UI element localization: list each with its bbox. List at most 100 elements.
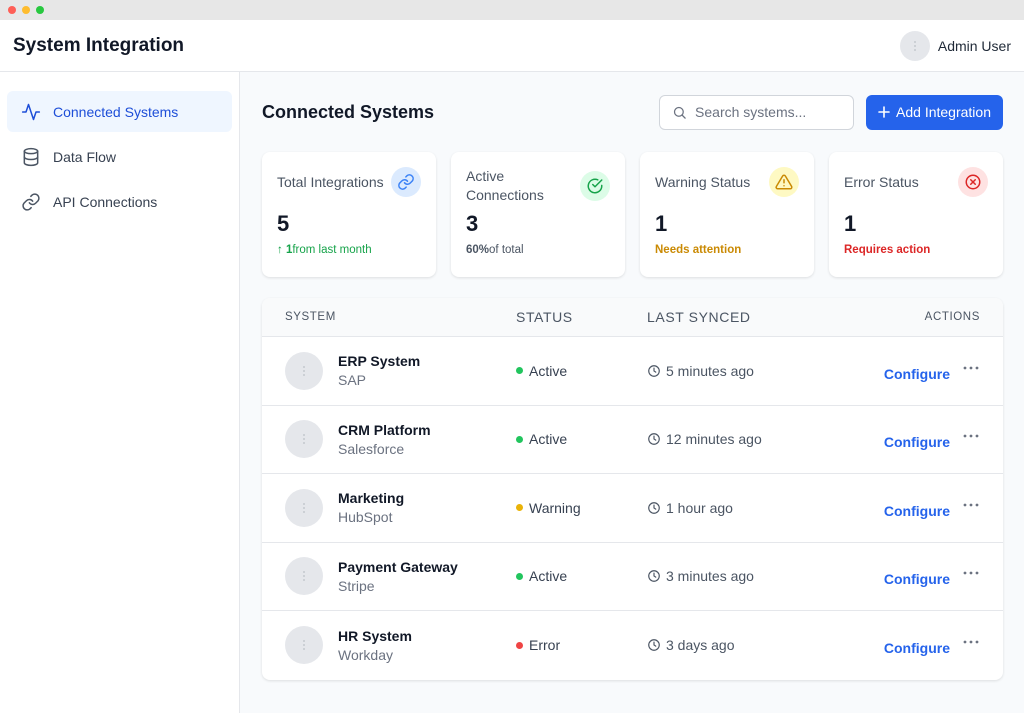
configure-button[interactable]: Configure bbox=[884, 434, 950, 450]
systems-table: SYSTEM STATUS LAST SYNCED ACTIONS ERP Sy… bbox=[262, 298, 1003, 680]
more-actions-button[interactable] bbox=[962, 427, 980, 445]
stat-subtext: Requires action bbox=[844, 244, 931, 256]
sidebar-item-label: Data Flow bbox=[53, 148, 117, 165]
system-avatar bbox=[285, 488, 323, 527]
last-synced-value: 3 minutes ago bbox=[666, 568, 754, 585]
stats-cards: Total Integrations 5 ↑ 1from last month … bbox=[262, 152, 1003, 277]
search-input[interactable] bbox=[695, 104, 846, 120]
stat-value: 3 bbox=[466, 211, 479, 236]
system-avatar bbox=[285, 420, 323, 459]
user-name: Admin User bbox=[937, 37, 1011, 54]
clock-icon bbox=[648, 639, 660, 652]
more-horizontal-icon bbox=[963, 434, 979, 438]
user-menu[interactable]: Admin User bbox=[899, 30, 1011, 61]
stat-subtext: Needs attention bbox=[655, 244, 742, 256]
status-label: Active bbox=[529, 431, 568, 448]
arrow-up-icon: ↑ bbox=[277, 244, 286, 256]
stat-subtext-label: of total bbox=[489, 244, 524, 256]
link-icon bbox=[22, 192, 40, 211]
column-header-system: SYSTEM bbox=[285, 311, 336, 323]
stat-subtext-value: 60% bbox=[466, 244, 490, 256]
warning-icon bbox=[769, 167, 799, 197]
status-label: Active bbox=[529, 362, 568, 379]
system-avatar bbox=[285, 351, 323, 390]
system-name: ERP System bbox=[338, 353, 421, 370]
maximize-window-button[interactable] bbox=[36, 6, 44, 14]
table-row: ERP System SAP Active 5 minutes ago Conf… bbox=[262, 337, 1003, 406]
search-box[interactable] bbox=[659, 94, 855, 130]
user-avatar[interactable] bbox=[899, 30, 930, 61]
clock-icon bbox=[648, 433, 660, 446]
stat-label: Total Integrations bbox=[277, 174, 384, 190]
more-actions-button[interactable] bbox=[962, 359, 980, 377]
window-titlebar bbox=[0, 0, 1024, 20]
system-vendor: Salesforce bbox=[338, 440, 405, 457]
sidebar-item-label: Connected Systems bbox=[53, 103, 179, 120]
more-actions-button[interactable] bbox=[962, 564, 980, 582]
stat-label: Warning Status bbox=[655, 174, 751, 190]
last-synced-value: 1 hour ago bbox=[666, 499, 733, 516]
minimize-window-button[interactable] bbox=[22, 6, 30, 14]
activity-icon bbox=[21, 103, 41, 120]
stat-subtext-label: from last month bbox=[292, 244, 372, 256]
add-integration-button[interactable]: Add Integration bbox=[866, 94, 1003, 130]
system-vendor: SAP bbox=[338, 372, 367, 389]
stat-subtext: ↑ 1from last month bbox=[277, 244, 421, 256]
more-horizontal-icon bbox=[963, 366, 979, 370]
status-indicator bbox=[516, 572, 523, 580]
table-row: Marketing HubSpot Warning 1 hour ago Con… bbox=[262, 474, 1003, 543]
last-synced-value: 5 minutes ago bbox=[666, 362, 754, 379]
database-icon bbox=[23, 147, 39, 166]
stat-value: 5 bbox=[277, 211, 290, 236]
column-header-status: STATUS bbox=[516, 309, 573, 325]
column-header-last-synced: LAST SYNCED bbox=[647, 309, 751, 325]
more-vertical-icon bbox=[913, 40, 916, 51]
main-content: Connected Systems Add Integration Total bbox=[240, 72, 1024, 713]
system-name: Payment Gateway bbox=[338, 558, 458, 575]
system-vendor: Stripe bbox=[338, 577, 375, 594]
configure-button[interactable]: Configure bbox=[884, 640, 950, 656]
column-header-actions: ACTIONS bbox=[924, 311, 980, 323]
close-window-button[interactable] bbox=[8, 6, 16, 14]
more-vertical-icon bbox=[303, 571, 305, 582]
last-synced-value: 12 minutes ago bbox=[666, 431, 762, 448]
stat-value: 1 bbox=[844, 211, 857, 236]
system-avatar bbox=[285, 557, 323, 596]
sidebar-item-data-flow[interactable]: Data Flow bbox=[7, 136, 232, 177]
more-horizontal-icon bbox=[963, 503, 979, 507]
app-header: System Integration Admin User bbox=[0, 20, 1024, 72]
more-actions-button[interactable] bbox=[962, 633, 980, 651]
status-indicator bbox=[516, 435, 523, 443]
more-vertical-icon bbox=[303, 502, 305, 513]
more-vertical-icon bbox=[303, 365, 305, 376]
more-vertical-icon bbox=[303, 434, 305, 445]
more-actions-button[interactable] bbox=[962, 496, 980, 514]
check-circle-icon bbox=[580, 171, 610, 201]
configure-button[interactable]: Configure bbox=[884, 503, 950, 519]
sidebar-item-connected-systems[interactable]: Connected Systems bbox=[7, 91, 232, 132]
more-horizontal-icon bbox=[963, 640, 979, 644]
app-title: System Integration bbox=[13, 34, 185, 56]
stat-label: Error Status bbox=[844, 174, 919, 190]
configure-button[interactable]: Configure bbox=[884, 571, 950, 587]
configure-button[interactable]: Configure bbox=[884, 366, 950, 382]
more-horizontal-icon bbox=[963, 571, 979, 575]
system-name: CRM Platform bbox=[338, 421, 431, 438]
clock-icon bbox=[648, 570, 660, 583]
more-vertical-icon bbox=[303, 640, 305, 651]
stat-label: Active Connections bbox=[466, 168, 544, 203]
system-vendor: Workday bbox=[338, 646, 393, 663]
stat-card-total-integrations: Total Integrations 5 ↑ 1from last month bbox=[262, 152, 436, 277]
x-circle-icon bbox=[958, 167, 988, 197]
clock-icon bbox=[648, 501, 660, 514]
link-icon bbox=[391, 167, 421, 197]
system-name: Marketing bbox=[338, 490, 405, 507]
page-title: Connected Systems bbox=[262, 101, 435, 122]
sidebar-item-api-connections[interactable]: API Connections bbox=[7, 181, 232, 222]
stat-subtext: 60%of total bbox=[466, 244, 610, 256]
table-row: HR System Workday Error 3 days ago Confi… bbox=[262, 611, 1003, 680]
status-indicator bbox=[516, 367, 523, 375]
system-vendor: HubSpot bbox=[338, 509, 393, 526]
system-avatar bbox=[285, 626, 323, 665]
search-icon bbox=[673, 106, 686, 119]
